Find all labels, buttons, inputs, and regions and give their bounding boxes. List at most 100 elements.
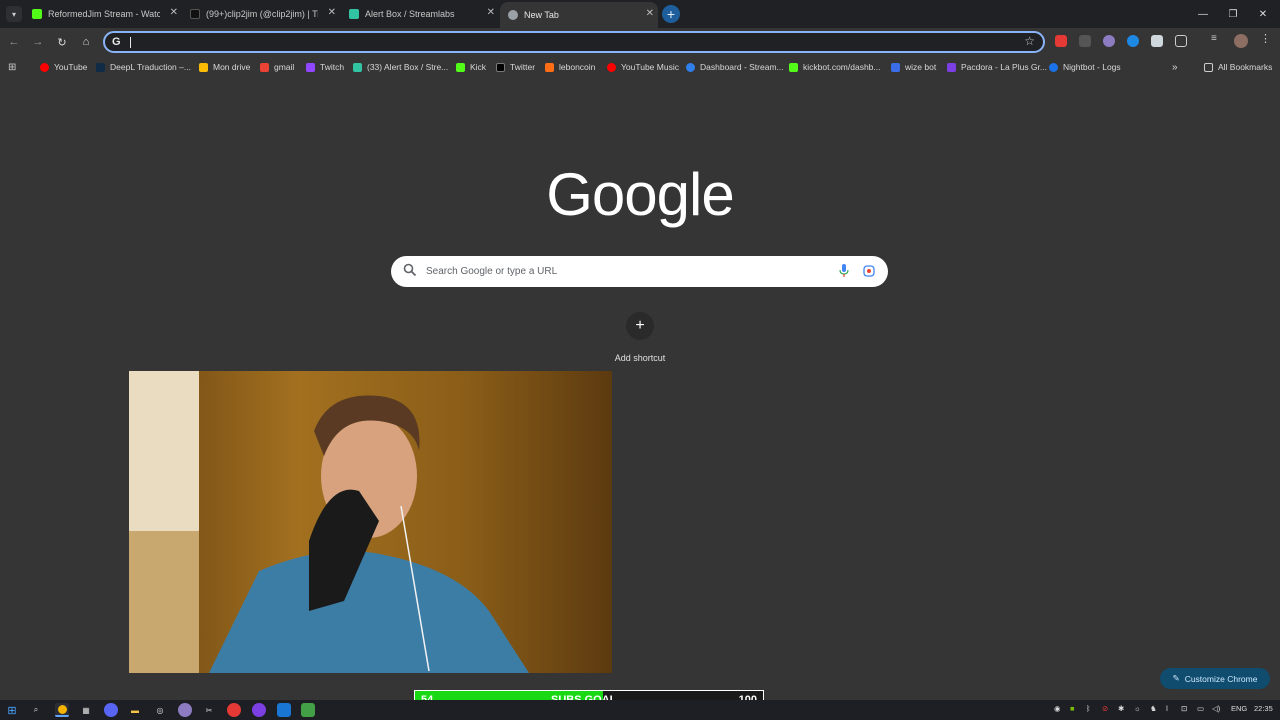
tray-icon[interactable]: ♞ [1150,704,1157,713]
tab-streamlabs[interactable]: Alert Box / Streamlabs ✕ [349,4,499,24]
bookmark-pacdora[interactable]: Pacdora - La Plus Gr... [947,60,1047,74]
tab-kick[interactable]: ReformedJim Stream - Watch Li ✕ [32,4,182,24]
tiktok-icon [190,9,200,19]
pacdora-icon [947,62,956,72]
new-tab-button[interactable]: + [662,5,680,23]
network-icon[interactable]: ▭ [1197,704,1204,713]
extension-icon[interactable] [1127,35,1139,47]
tab-title: Alert Box / Streamlabs [365,9,455,19]
bookmark-label: Pacdora - La Plus Gr... [961,62,1047,72]
reload-button[interactable]: ↻ [54,34,70,50]
bookmark-drive[interactable]: Mon drive [199,60,250,74]
puzzle-icon[interactable] [1175,35,1187,47]
bookmark-nightbot[interactable]: Nightbot - Logs [1049,60,1121,74]
home-button[interactable]: ⌂ [78,34,94,50]
apps-icon[interactable]: ⊞ [8,60,16,74]
nvidia-icon[interactable]: ■ [1070,704,1075,713]
reading-list-icon[interactable]: ≡ [1211,33,1223,45]
bookmark-youtube-music[interactable]: YouTube Music [607,60,679,74]
bookmark-kickbot[interactable]: kickbot.com/dashb... [789,60,880,74]
app-icon[interactable] [301,703,315,717]
tab-search-button[interactable]: ▾ [6,6,22,22]
bookmark-label: (33) Alert Box / Stre... [367,62,449,72]
close-icon[interactable]: ✕ [487,7,495,18]
tab-new-tab[interactable]: New Tab ✕ [500,2,658,28]
close-icon[interactable]: ✕ [328,7,336,18]
app-icon[interactable] [178,703,192,717]
bookmark-wizebot[interactable]: wize bot [891,60,936,74]
tray-icon[interactable]: ☼ [1134,704,1141,713]
kick-icon [456,62,465,72]
task-view-icon[interactable]: ▦ [79,703,93,717]
add-shortcut-label: Add shortcut [614,353,666,363]
language-indicator[interactable]: ENG [1231,704,1247,713]
tray-icon[interactable]: ◉ [1054,704,1061,713]
bookmark-gmail[interactable]: gmail [260,60,294,74]
streamlabs-icon [349,9,359,19]
bookmark-twitter[interactable]: Twitter [496,60,535,74]
microphone-icon[interactable] [839,264,849,278]
back-button[interactable]: ← [6,34,22,50]
tab-title: (99+)clip2jim (@clip2jim) | TikT [206,9,318,19]
forward-button[interactable]: → [30,34,46,50]
tray-icon[interactable]: ✱ [1118,704,1124,713]
volume-icon[interactable]: ◁) [1212,704,1220,713]
tray-icon[interactable]: ⊡ [1181,704,1187,713]
chrome-taskbar-icon[interactable] [55,703,69,717]
address-bar[interactable]: G ☆ [103,31,1045,53]
bookmark-leboncoin[interactable]: leboncoin [545,60,595,74]
tray-icon[interactable]: ᛒ [1086,704,1091,713]
minimize-button[interactable]: — [1188,5,1218,23]
streamlabs-icon [353,62,362,72]
tab-tiktok[interactable]: (99+)clip2jim (@clip2jim) | TikT ✕ [190,4,340,24]
youtube-icon [40,62,49,72]
shield-extension-icon[interactable] [1151,35,1163,47]
adblock-extension-icon[interactable] [1055,35,1067,47]
windows-start-icon[interactable]: ⊞ [5,703,19,717]
wizebot-icon [891,62,900,72]
twitch-icon [306,62,315,72]
webcam-feed-image [129,371,612,673]
capcut-icon[interactable]: ✂ [202,703,216,717]
bookmark-youtube[interactable]: YouTube [40,60,87,74]
bookmark-kick[interactable]: Kick [456,60,486,74]
customize-chrome-button[interactable]: ✎ Customize Chrome [1160,668,1270,689]
close-window-button[interactable]: ✕ [1248,5,1278,23]
bookmark-label: Mon drive [213,62,251,72]
extension-icon[interactable] [1079,35,1091,47]
search-icon[interactable]: ⌕ [29,703,43,717]
menu-icon[interactable]: ⋮ [1260,32,1272,45]
restore-button[interactable]: ❐ [1218,5,1248,23]
avatar[interactable] [1234,34,1248,48]
bookmark-twitch[interactable]: Twitch [306,60,344,74]
gmail-icon [260,62,269,72]
extension-icon[interactable] [1103,35,1115,47]
file-explorer-icon[interactable]: ▬ [128,703,142,717]
clock[interactable]: 22:35 [1254,704,1273,713]
deepl-icon [96,62,105,72]
bookmark-alertbox[interactable]: (33) Alert Box / Stre... [353,60,448,74]
bookmark-dashboard[interactable]: Dashboard - Stream... [686,60,784,74]
microphone-tray-icon[interactable]: ǀ [1166,704,1168,713]
obs-icon[interactable]: ◎ [153,703,167,717]
app-icon[interactable] [252,703,266,717]
search-box[interactable]: Search Google or type a URL [391,256,888,287]
close-icon[interactable]: ✕ [646,8,654,19]
discord-icon[interactable] [104,703,118,717]
dashboard-icon [686,62,695,72]
bookmark-star-icon[interactable]: ☆ [1024,34,1035,48]
tab-title: New Tab [524,10,559,20]
bookmark-deepl[interactable]: DeepL Traduction –... [96,60,191,74]
x-icon [496,62,505,72]
google-lens-icon[interactable] [863,265,875,277]
tray-icon[interactable]: ⊘ [1102,704,1108,713]
close-icon[interactable]: ✕ [170,7,178,18]
bookmark-label: Nightbot - Logs [1063,62,1121,72]
text-caret [130,37,131,48]
all-bookmarks[interactable]: All Bookmarks [1204,60,1272,74]
app-icon[interactable] [277,703,291,717]
app-icon[interactable] [227,703,241,717]
folder-icon [1204,62,1213,72]
more-bookmarks-chevron-icon[interactable]: » [1172,60,1178,74]
add-shortcut-button[interactable]: + [626,312,654,340]
